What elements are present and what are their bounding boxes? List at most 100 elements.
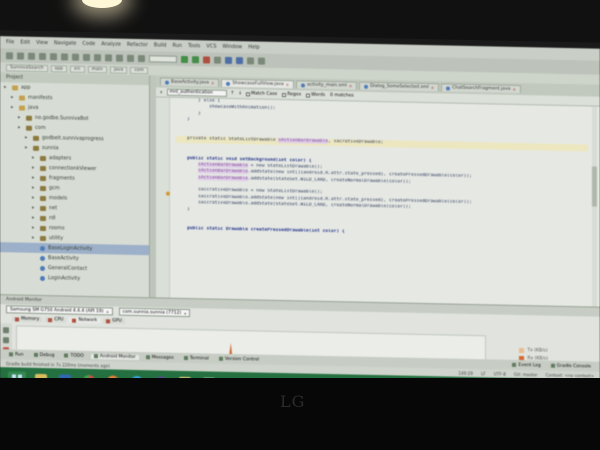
close-icon[interactable]: × xyxy=(349,83,352,88)
copy-icon[interactable] xyxy=(72,53,79,61)
menu-item-build[interactable]: Build xyxy=(154,42,167,48)
checkbox[interactable] xyxy=(282,92,287,97)
monitor-tab-network[interactable]: Network xyxy=(69,317,101,324)
redo-icon[interactable] xyxy=(50,52,57,60)
run-icon[interactable] xyxy=(181,55,188,63)
expand-arrow-icon[interactable]: ▸ xyxy=(25,145,30,151)
menu-item-window[interactable]: Window xyxy=(222,44,242,50)
find-prev-icon[interactable]: ↑ xyxy=(231,91,235,96)
tool-window-todo[interactable]: TODO xyxy=(61,353,86,359)
close-icon[interactable]: × xyxy=(431,85,434,90)
make-icon[interactable] xyxy=(138,54,145,62)
menu-item-code[interactable]: Code xyxy=(82,41,95,47)
file-encoding[interactable]: UTF-8 xyxy=(494,371,506,376)
attach-debugger-icon[interactable] xyxy=(214,56,221,64)
editor-tab[interactable]: BaseActivity.java × xyxy=(160,77,220,87)
expand-arrow-icon[interactable]: ▸ xyxy=(32,175,37,181)
menu-item-analyze[interactable]: Analyze xyxy=(101,41,121,47)
tool-window-messages[interactable]: Messages xyxy=(143,355,177,361)
editor-tab[interactable]: ShowcaseFullView.java × xyxy=(221,78,295,89)
line-separator[interactable]: LF xyxy=(481,371,486,376)
monitor-tab-gpu[interactable]: GPU xyxy=(103,318,125,324)
editor-tab[interactable]: Dialog_SomeSelected.xml × xyxy=(359,81,440,92)
code-area[interactable]: } else { showcaseWithAnimation(); } } pr… xyxy=(176,98,588,307)
sdk-manager-icon[interactable] xyxy=(225,56,232,64)
breadcrumb-item[interactable]: app xyxy=(50,64,68,73)
caret-position[interactable]: 149:29 xyxy=(458,370,473,375)
expand-arrow-icon[interactable]: ▸ xyxy=(32,225,37,231)
close-icon[interactable]: × xyxy=(513,87,516,92)
expand-arrow-icon[interactable]: ▸ xyxy=(32,235,37,241)
tree-item[interactable]: LoginActivity xyxy=(0,272,149,285)
open-icon[interactable] xyxy=(6,51,13,59)
replace-icon[interactable] xyxy=(105,53,112,61)
expand-arrow-icon[interactable]: ▸ xyxy=(32,195,37,201)
forward-icon[interactable] xyxy=(127,54,134,62)
expand-arrow-icon[interactable]: ▸ xyxy=(11,94,16,100)
find-option[interactable]: Words xyxy=(306,93,325,98)
expand-arrow-icon[interactable]: ▸ xyxy=(18,125,23,131)
gc-icon[interactable] xyxy=(3,337,9,344)
expand-arrow-icon[interactable]: ▸ xyxy=(25,135,30,141)
editor-tab[interactable]: ChatSearchFragment.java × xyxy=(441,83,521,94)
expand-arrow-icon[interactable]: ▸ xyxy=(32,165,37,171)
undo-icon[interactable] xyxy=(39,52,46,60)
find-option[interactable]: Match Case xyxy=(246,91,277,97)
editor-scrollbar[interactable] xyxy=(592,106,597,307)
find-next-icon[interactable]: ↓ xyxy=(238,91,242,96)
tool-window-event-log[interactable]: Event Log xyxy=(509,362,543,368)
checkbox[interactable] xyxy=(306,93,311,98)
back-icon[interactable] xyxy=(116,54,123,62)
debug-icon[interactable] xyxy=(192,55,199,63)
monitor-tab-cpu[interactable]: CPU xyxy=(45,317,67,323)
find-input[interactable]: mnl_authentication xyxy=(166,88,227,97)
pause-icon[interactable] xyxy=(3,327,9,334)
avd-manager-icon[interactable] xyxy=(236,56,243,64)
monitor-tab-memory[interactable]: Memory xyxy=(12,316,43,323)
git-branch[interactable]: Git: master xyxy=(514,371,538,376)
save-icon[interactable] xyxy=(17,51,24,60)
find-option[interactable]: Regex xyxy=(282,92,301,97)
close-icon[interactable]: × xyxy=(286,82,289,87)
expand-arrow-icon[interactable]: ▸ xyxy=(4,84,9,90)
gradle-sync-icon[interactable] xyxy=(247,56,254,64)
expand-arrow-icon[interactable]: ▸ xyxy=(11,104,16,110)
menu-item-vcs[interactable]: VCS xyxy=(206,43,216,49)
expand-arrow-icon[interactable]: ▸ xyxy=(32,215,37,221)
process-select[interactable]: com.sunnia.sunnia (7712) ▾ xyxy=(118,307,191,318)
menu-item-edit[interactable]: Edit xyxy=(20,40,30,46)
warning-marker-icon[interactable] xyxy=(166,191,170,196)
menu-item-navigate[interactable]: Navigate xyxy=(54,40,76,46)
menu-item-run[interactable]: Run xyxy=(172,43,182,49)
breadcrumb-item[interactable]: com xyxy=(130,66,148,74)
expand-arrow-icon[interactable]: ▸ xyxy=(32,205,37,211)
help-icon[interactable] xyxy=(258,57,265,65)
editor-tab[interactable]: activity_main.xml × xyxy=(296,80,358,90)
sync-icon[interactable] xyxy=(28,52,35,60)
find-option[interactable]: 0 matches xyxy=(330,93,354,98)
paste-icon[interactable] xyxy=(83,53,90,61)
stop-icon[interactable] xyxy=(203,55,210,64)
checkbox[interactable] xyxy=(246,91,251,96)
find-icon[interactable] xyxy=(94,53,101,61)
breadcrumb-item[interactable]: main xyxy=(87,65,107,73)
tool-window-debug[interactable]: Debug xyxy=(31,352,58,358)
menu-item-view[interactable]: View xyxy=(36,40,48,46)
expand-arrow-icon[interactable]: ▸ xyxy=(18,115,23,121)
tool-window-gradle-console[interactable]: Gradle Console xyxy=(548,363,594,369)
tool-window-run[interactable]: Run xyxy=(6,352,27,357)
menu-item-file[interactable]: File xyxy=(6,39,14,45)
run-config-select[interactable] xyxy=(149,54,177,63)
cut-icon[interactable] xyxy=(61,52,68,61)
tool-window-version-control[interactable]: Version Control xyxy=(216,356,262,362)
tool-window-terminal[interactable]: Terminal xyxy=(181,355,212,361)
menu-item-help[interactable]: Help xyxy=(248,44,259,50)
tool-window-android-monitor[interactable]: Android Monitor xyxy=(90,353,139,360)
menu-item-refactor[interactable]: Refactor xyxy=(127,42,148,48)
menu-item-tools[interactable]: Tools xyxy=(188,43,200,49)
expand-arrow-icon[interactable]: ▸ xyxy=(32,155,37,161)
close-icon[interactable]: × xyxy=(211,81,214,86)
breadcrumb-item[interactable]: java xyxy=(109,65,128,74)
breadcrumb-item[interactable]: SunnivaSearch xyxy=(6,63,48,72)
expand-arrow-icon[interactable]: ▸ xyxy=(32,185,37,191)
